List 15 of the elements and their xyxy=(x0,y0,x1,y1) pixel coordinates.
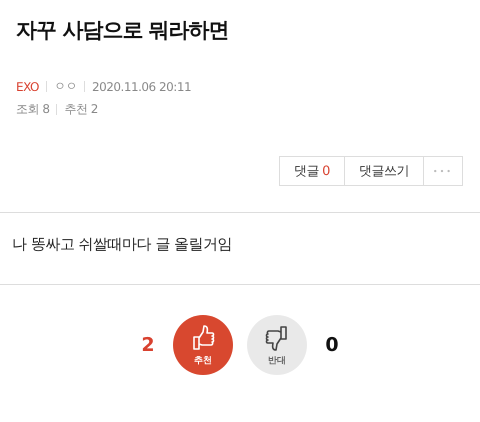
write-comment-button[interactable]: 댓글쓰기 xyxy=(344,156,424,186)
comments-button[interactable]: 댓글 0 xyxy=(279,156,345,186)
author-name: ㅇㅇ xyxy=(54,78,77,95)
recommend-button[interactable]: 추천 xyxy=(173,315,233,375)
recommend-count: 추천 2 xyxy=(64,101,98,118)
post-body: 나 똥싸고 쉬쌀때마다 글 올릴거임 xyxy=(11,234,234,255)
oppose-button[interactable]: 반대 xyxy=(247,315,307,375)
post-date: 2020.11.06 20:11 xyxy=(92,80,192,94)
vote-count: 2 xyxy=(140,334,156,356)
view-count: 조회 8 xyxy=(16,101,50,118)
thumbs-down-icon xyxy=(264,324,290,352)
vote-count: 0 xyxy=(324,334,340,356)
board-name[interactable]: EXO xyxy=(16,80,39,94)
thumbs-up-icon xyxy=(190,324,216,352)
post-title: 자꾸 사담으로 뭐라하면 xyxy=(16,17,230,44)
